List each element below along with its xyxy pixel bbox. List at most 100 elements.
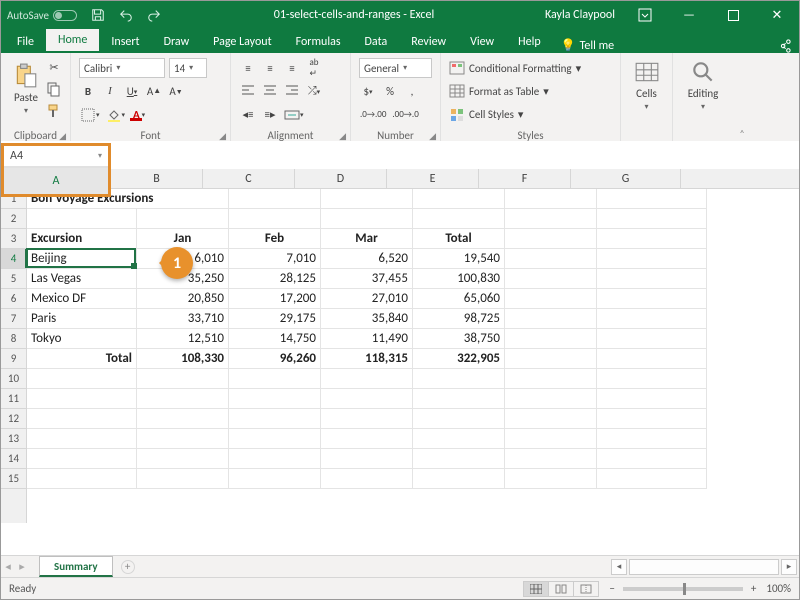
user-name[interactable]: Kayla Claypool xyxy=(545,8,615,22)
ribbon-options-icon[interactable] xyxy=(623,1,667,29)
cell[interactable] xyxy=(413,209,505,229)
cell[interactable] xyxy=(27,409,137,429)
row-header[interactable]: 2 xyxy=(1,209,26,229)
cell[interactable] xyxy=(229,209,321,229)
cell[interactable] xyxy=(321,389,413,409)
conditional-formatting-button[interactable]: Conditional Formatting▾ xyxy=(449,57,612,79)
cell[interactable] xyxy=(597,269,707,289)
cell[interactable] xyxy=(597,369,707,389)
cell[interactable] xyxy=(27,369,137,389)
row-header[interactable]: 11 xyxy=(1,389,26,409)
cell[interactable] xyxy=(27,449,137,469)
sheet-tab-summary[interactable]: Summary xyxy=(39,556,113,577)
collapse-ribbon-icon[interactable]: ˄ xyxy=(733,53,751,144)
cell[interactable] xyxy=(505,409,597,429)
paste-button[interactable]: Paste ▾ xyxy=(9,57,43,121)
cell[interactable] xyxy=(413,449,505,469)
increase-decimal-icon[interactable]: .0→.00 xyxy=(359,105,387,125)
cells-area[interactable]: Bon Voyage ExcursionsExcursionJanFebMarT… xyxy=(27,189,799,523)
cell[interactable] xyxy=(413,429,505,449)
cell[interactable]: 27,010 xyxy=(321,289,413,309)
save-icon[interactable] xyxy=(89,5,107,25)
tab-page-layout[interactable]: Page Layout xyxy=(201,31,283,53)
page-break-view-icon[interactable] xyxy=(573,581,599,597)
cell[interactable] xyxy=(597,309,707,329)
row-header[interactable]: 4 xyxy=(1,249,26,269)
cell[interactable] xyxy=(413,469,505,489)
cell[interactable] xyxy=(321,449,413,469)
editing-button[interactable]: Editing▾ xyxy=(681,57,725,114)
cell[interactable] xyxy=(505,229,597,249)
close-button[interactable]: ✕ xyxy=(755,1,799,29)
cell[interactable]: Mar xyxy=(321,229,413,249)
cell[interactable] xyxy=(137,429,229,449)
tab-file[interactable]: File xyxy=(5,31,46,53)
row-header[interactable]: 5 xyxy=(1,269,26,289)
cell[interactable] xyxy=(413,189,505,209)
cell[interactable] xyxy=(597,289,707,309)
copy-icon[interactable] xyxy=(45,79,63,99)
percent-format-icon[interactable]: % xyxy=(381,81,399,101)
cell[interactable] xyxy=(505,289,597,309)
align-center-icon[interactable] xyxy=(261,81,279,101)
decrease-decimal-icon[interactable]: .00→.0 xyxy=(391,105,419,125)
cell[interactable]: 100,830 xyxy=(413,269,505,289)
cell[interactable] xyxy=(597,249,707,269)
column-header[interactable]: G xyxy=(571,169,681,188)
cell[interactable] xyxy=(505,369,597,389)
cell[interactable] xyxy=(597,329,707,349)
sheet-nav-next-icon[interactable]: ▸ xyxy=(15,556,29,577)
row-header[interactable]: 12 xyxy=(1,409,26,429)
cell[interactable]: 65,060 xyxy=(413,289,505,309)
cells-button[interactable]: Cells▾ xyxy=(629,57,664,114)
decrease-indent-icon[interactable]: ◂≡ xyxy=(239,105,257,125)
font-color-icon[interactable]: A▾ xyxy=(130,105,148,125)
maximize-button[interactable] xyxy=(711,1,755,29)
scroll-right-icon[interactable]: ▸ xyxy=(781,559,797,575)
align-middle-icon[interactable]: ≡ xyxy=(261,58,279,78)
cell[interactable] xyxy=(137,469,229,489)
align-top-icon[interactable]: ≡ xyxy=(239,58,257,78)
cell[interactable] xyxy=(229,389,321,409)
font-name-combo[interactable]: Calibri▾ xyxy=(79,58,165,78)
column-header-a[interactable]: A xyxy=(4,167,108,194)
cell[interactable] xyxy=(505,349,597,369)
scroll-left-icon[interactable]: ◂ xyxy=(611,559,627,575)
cell[interactable]: Paris xyxy=(27,309,137,329)
cell[interactable] xyxy=(505,329,597,349)
cell[interactable]: 35,840 xyxy=(321,309,413,329)
cell[interactable]: Tokyo xyxy=(27,329,137,349)
cell[interactable]: Mexico DF xyxy=(27,289,137,309)
scroll-track[interactable] xyxy=(629,559,779,575)
column-header[interactable]: C xyxy=(203,169,295,188)
cell[interactable] xyxy=(229,469,321,489)
cell[interactable]: Las Vegas xyxy=(27,269,137,289)
cell[interactable]: Total xyxy=(27,349,137,369)
cell[interactable]: 28,125 xyxy=(229,269,321,289)
cell[interactable] xyxy=(27,469,137,489)
align-bottom-icon[interactable]: ≡ xyxy=(283,58,301,78)
cell[interactable] xyxy=(505,269,597,289)
format-painter-icon[interactable] xyxy=(45,101,63,121)
cell[interactable] xyxy=(321,429,413,449)
row-header[interactable]: 15 xyxy=(1,469,26,489)
cell[interactable] xyxy=(505,189,597,209)
cell[interactable]: 322,905 xyxy=(413,349,505,369)
cell[interactable] xyxy=(27,429,137,449)
cell[interactable]: 98,725 xyxy=(413,309,505,329)
cell[interactable]: 12,510 xyxy=(137,329,229,349)
cell[interactable] xyxy=(597,229,707,249)
normal-view-icon[interactable] xyxy=(523,581,549,597)
column-header[interactable]: D xyxy=(295,169,387,188)
font-size-combo[interactable]: 14▾ xyxy=(169,58,207,78)
cell[interactable] xyxy=(137,389,229,409)
name-box[interactable]: A4 ▾ xyxy=(4,146,108,167)
cell[interactable]: 7,010 xyxy=(229,249,321,269)
comma-format-icon[interactable]: , xyxy=(403,81,421,101)
cell[interactable] xyxy=(229,189,321,209)
cell[interactable] xyxy=(321,369,413,389)
worksheet-grid[interactable]: BCDEFG 123456789101112131415 Bon Voyage … xyxy=(1,141,799,523)
cell[interactable] xyxy=(505,449,597,469)
row-header[interactable]: 10 xyxy=(1,369,26,389)
borders-icon[interactable]: ▾ xyxy=(79,105,101,125)
